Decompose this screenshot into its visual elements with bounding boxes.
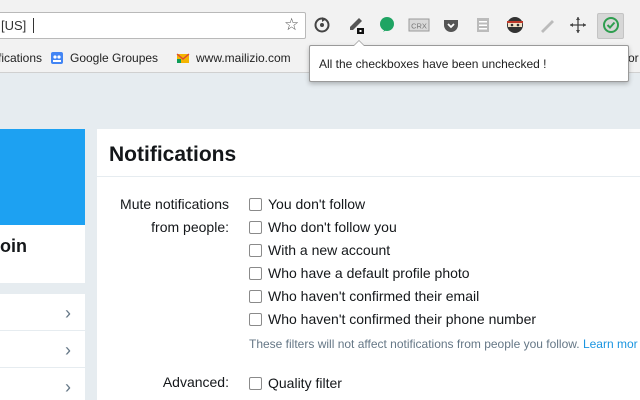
option-label: You don't follow xyxy=(268,196,366,212)
tooltip-arrow xyxy=(353,40,365,46)
bookmark-label: fications xyxy=(0,51,43,65)
pencil-icon[interactable] xyxy=(538,16,556,34)
sync-icon[interactable] xyxy=(313,16,331,34)
bookmark-notifications[interactable]: fications xyxy=(0,51,42,65)
settings-nav-list: › › › xyxy=(0,294,85,400)
mute-label-line2: from people: xyxy=(151,219,229,235)
page-icon[interactable] xyxy=(474,16,492,34)
pocket-icon[interactable] xyxy=(442,16,460,34)
profile-name[interactable]: oin xyxy=(0,236,27,257)
page-title: Notifications xyxy=(109,143,237,166)
bookmark-google-groupes[interactable]: Google Groupes xyxy=(50,51,158,65)
checkbox[interactable] xyxy=(249,376,262,390)
bookmark-star-icon[interactable]: ☆ xyxy=(284,14,299,36)
option-new-account[interactable]: With a new account xyxy=(249,240,390,260)
bookmark-label: Google Groupes xyxy=(70,51,159,65)
option-unconfirmed-email[interactable]: Who haven't confirmed their email xyxy=(249,286,479,306)
option-label: With a new account xyxy=(268,242,391,258)
groups-icon xyxy=(50,51,64,65)
chevron-right-icon: › xyxy=(65,340,71,360)
nav-item[interactable]: › xyxy=(0,368,85,400)
option-you-dont-follow[interactable]: You don't follow xyxy=(249,194,365,214)
bookmark-label: www.mailizio.com xyxy=(196,51,291,65)
option-label: Who don't follow you xyxy=(268,219,397,235)
chevron-right-icon: › xyxy=(65,377,71,397)
option-quality-filter[interactable]: Quality filter xyxy=(249,373,342,393)
tooltip-text: All the checkboxes have been unchecked ! xyxy=(319,57,547,71)
text-caret xyxy=(33,18,34,33)
checkbox[interactable] xyxy=(249,243,262,257)
learn-more-link[interactable]: Learn mor xyxy=(583,337,638,351)
checkbox[interactable] xyxy=(249,312,262,326)
option-label: Who haven't confirmed their email xyxy=(268,288,480,304)
mute-notifications-label: Mute notifications from people: xyxy=(120,193,229,239)
option-default-profile-photo[interactable]: Who have a default profile photo xyxy=(249,263,470,283)
option-unconfirmed-phone[interactable]: Who haven't confirmed their phone number xyxy=(249,309,536,329)
address-bar[interactable]: [US] xyxy=(0,12,306,39)
profile-banner[interactable] xyxy=(0,129,85,225)
browser-toolbar: [US] ☆ CRX xyxy=(0,0,640,42)
profile-card: oin xyxy=(0,129,85,283)
chevron-right-icon: › xyxy=(65,303,71,323)
ninja-mask-icon[interactable] xyxy=(506,16,524,34)
hint-text: These filters will not affect notificati… xyxy=(249,337,580,351)
option-label: Quality filter xyxy=(268,375,342,391)
divider xyxy=(97,176,640,177)
option-label: Who have a default profile photo xyxy=(268,265,470,281)
envelope-icon xyxy=(176,51,190,65)
option-label: Who haven't confirmed their phone number xyxy=(268,311,537,327)
filters-hint: These filters will not affect notificati… xyxy=(249,337,638,351)
check-circle-icon[interactable] xyxy=(602,16,620,34)
nav-item[interactable]: › xyxy=(0,331,85,368)
mute-label-line1: Mute notifications xyxy=(120,196,229,212)
checkbox[interactable] xyxy=(249,220,262,234)
green-leaf-icon[interactable] xyxy=(378,16,396,34)
eyedropper-icon[interactable] xyxy=(346,16,364,34)
notifications-panel: Notifications Mute notifications from pe… xyxy=(97,129,640,400)
advanced-label: Advanced: xyxy=(162,374,229,390)
extension-tooltip: All the checkboxes have been unchecked ! xyxy=(309,45,629,82)
move-arrows-icon[interactable] xyxy=(569,16,587,34)
address-bar-text: [US] xyxy=(1,18,27,33)
nav-item[interactable]: › xyxy=(0,294,85,331)
crx-icon[interactable]: CRX xyxy=(408,16,430,34)
svg-text:CRX: CRX xyxy=(411,22,427,31)
bookmark-mailizio[interactable]: www.mailizio.com xyxy=(176,51,291,65)
checkbox[interactable] xyxy=(249,289,262,303)
checkbox[interactable] xyxy=(249,266,262,280)
option-who-dont-follow-you[interactable]: Who don't follow you xyxy=(249,217,397,237)
checkbox[interactable] xyxy=(249,197,262,211)
